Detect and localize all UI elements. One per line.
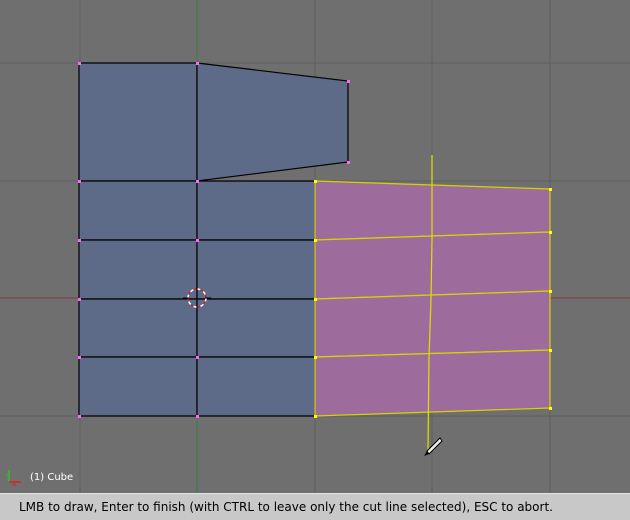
mesh-face [78,180,198,241]
unselected-faces [78,62,349,417]
object-name-label: (1) Cube [30,472,74,483]
svg-text:y: y [6,471,11,480]
mesh-face [196,356,316,417]
mesh-face [78,62,198,182]
mesh-face-selected [314,290,551,358]
mesh-face [196,239,316,300]
mesh-face [196,298,316,358]
mesh-face [196,180,316,241]
mesh-face [78,298,198,358]
svg-text:x: x [12,479,17,488]
3d-viewport[interactable]: y x (1) Cube [0,0,630,493]
status-message: LMB to draw, Enter to finish (with CTRL … [19,500,553,514]
knife-cursor-icon [424,437,443,456]
mesh-face-selected [314,349,551,417]
mesh-face [78,239,198,300]
mesh-face [78,356,198,417]
status-bar: LMB to draw, Enter to finish (with CTRL … [0,493,630,520]
mesh-face [196,62,349,182]
viewport-canvas[interactable]: y x [0,0,630,493]
view-axis-icon: y x [6,470,21,488]
